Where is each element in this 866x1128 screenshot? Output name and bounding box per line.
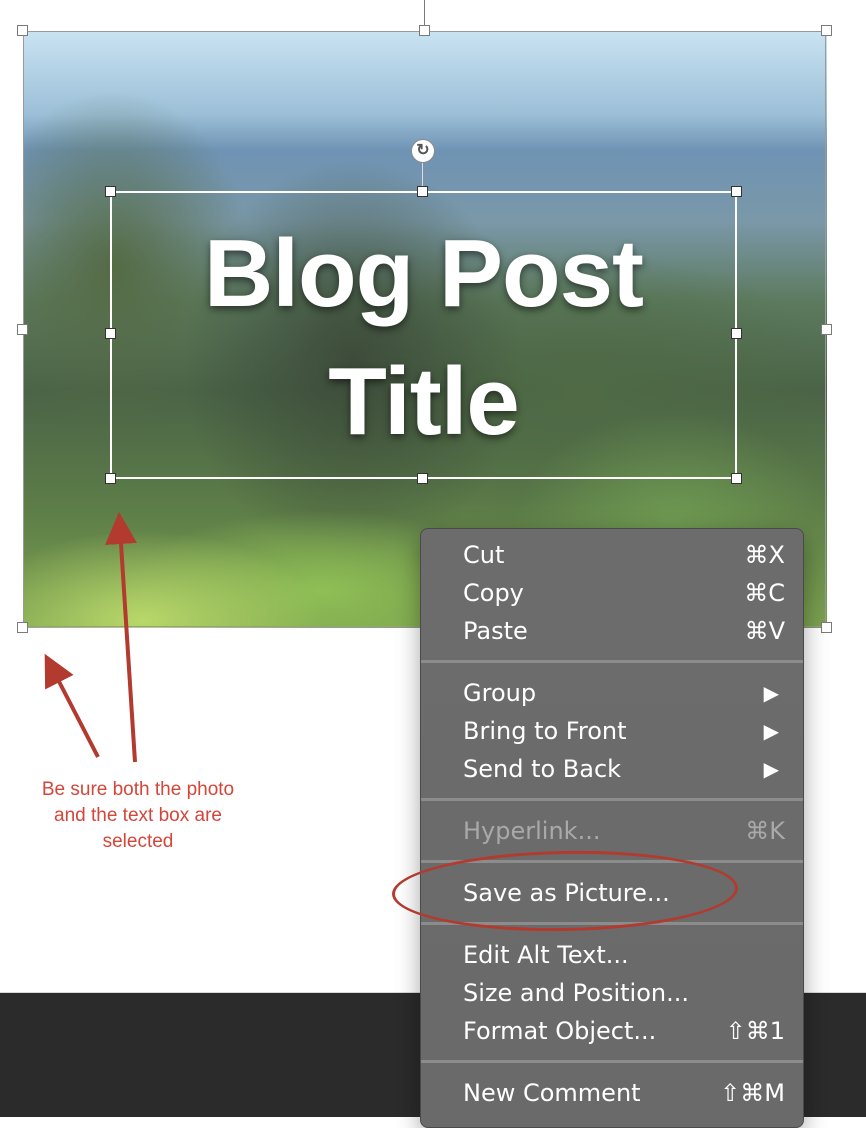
menu-item-paste[interactable]: Paste ⌘V	[421, 612, 803, 650]
slide-title[interactable]: Blog Post Title	[110, 210, 737, 466]
arrow-to-photo-icon	[44, 653, 100, 758]
rotate-handle-icon[interactable]: ↻	[411, 139, 435, 163]
textbox-handle-top-right[interactable]	[731, 186, 742, 197]
menu-item-new-comment[interactable]: New Comment ⇧⌘M	[421, 1074, 803, 1112]
menu-item-label: Size and Position...	[463, 979, 690, 1007]
menu-item-edit-alt-text[interactable]: Edit Alt Text...	[421, 936, 803, 974]
photo-resize-handle-bottom-left[interactable]	[17, 622, 28, 633]
context-menu: Cut ⌘X Copy ⌘C Paste ⌘V Group ▶ Bring to…	[420, 528, 804, 1128]
submenu-arrow-icon: ▶	[763, 719, 779, 743]
menu-item-hyperlink: Hyperlink... ⌘K	[421, 812, 803, 850]
menu-item-bring-to-front[interactable]: Bring to Front ▶	[421, 712, 803, 750]
menu-item-shortcut: ⇧⌘1	[725, 1017, 785, 1045]
photo-resize-handle-left[interactable]	[17, 324, 28, 335]
menu-item-label: Hyperlink...	[463, 817, 601, 845]
title-line-2: Title	[328, 348, 520, 455]
annotation-note: Be sure both the photo and the text box …	[41, 779, 235, 852]
menu-item-label: Group	[463, 679, 537, 707]
menu-item-label: Copy	[463, 579, 524, 607]
menu-item-shortcut: ⌘X	[744, 541, 785, 569]
photo-resize-handle-right[interactable]	[821, 324, 832, 335]
submenu-arrow-icon: ▶	[763, 681, 779, 705]
textbox-handle-bottom-left[interactable]	[105, 473, 116, 484]
connector-line	[424, 0, 425, 25]
title-line-1: Blog Post	[204, 220, 644, 327]
menu-separator	[421, 798, 803, 801]
menu-item-label: Edit Alt Text...	[463, 941, 629, 969]
menu-item-cut[interactable]: Cut ⌘X	[421, 536, 803, 574]
photo-resize-handle-top[interactable]	[419, 25, 430, 36]
menu-item-label: Bring to Front	[463, 717, 627, 745]
menu-separator	[421, 1060, 803, 1063]
textbox-handle-left[interactable]	[105, 328, 116, 339]
menu-item-shortcut: ⌘V	[744, 617, 785, 645]
textbox-handle-bottom-right[interactable]	[731, 473, 742, 484]
menu-separator	[421, 660, 803, 663]
menu-item-group[interactable]: Group ▶	[421, 674, 803, 712]
textbox-handle-top[interactable]	[417, 186, 428, 197]
menu-item-send-to-back[interactable]: Send to Back ▶	[421, 750, 803, 788]
photo-resize-handle-top-left[interactable]	[17, 25, 28, 36]
photo-resize-handle-bottom-right[interactable]	[821, 622, 832, 633]
menu-item-format-object[interactable]: Format Object... ⇧⌘1	[421, 1012, 803, 1050]
textbox-handle-top-left[interactable]	[105, 186, 116, 197]
menu-item-copy[interactable]: Copy ⌘C	[421, 574, 803, 612]
textbox-handle-right[interactable]	[731, 328, 742, 339]
menu-item-label: New Comment	[463, 1079, 641, 1107]
photo-resize-handle-top-right[interactable]	[821, 25, 832, 36]
menu-item-size-and-position[interactable]: Size and Position...	[421, 974, 803, 1012]
menu-item-label: Send to Back	[463, 755, 622, 783]
submenu-arrow-icon: ▶	[763, 757, 779, 781]
menu-item-shortcut: ⌘C	[744, 579, 785, 607]
menu-item-shortcut: ⌘K	[745, 817, 785, 845]
menu-item-shortcut: ⇧⌘M	[720, 1079, 785, 1107]
textbox-handle-bottom[interactable]	[417, 473, 428, 484]
menu-item-label: Paste	[463, 617, 528, 645]
menu-item-label: Format Object...	[463, 1017, 657, 1045]
menu-item-label: Cut	[463, 541, 505, 569]
